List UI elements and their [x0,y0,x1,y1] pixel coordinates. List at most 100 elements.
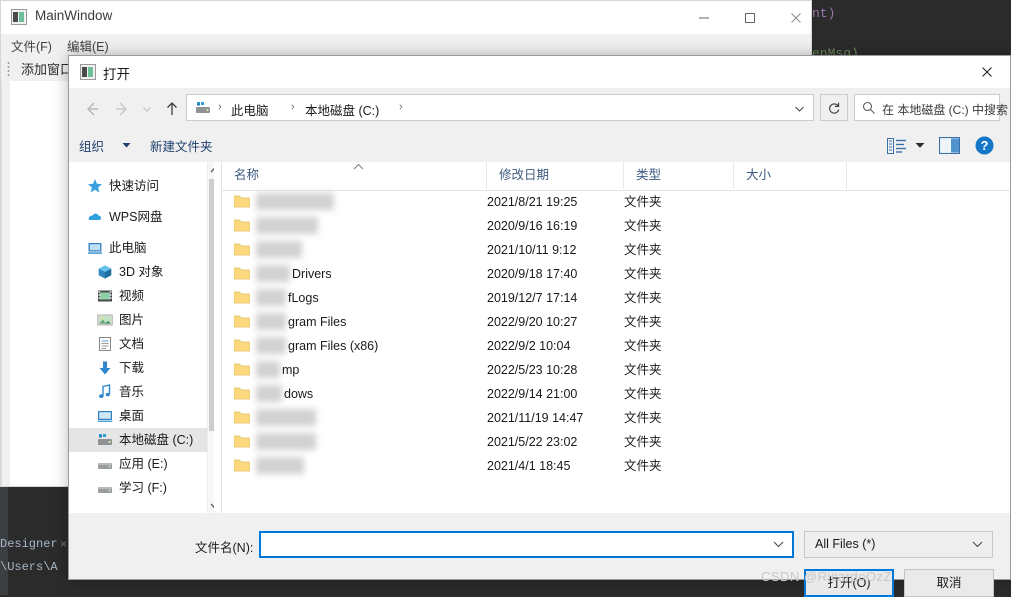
sidebar-item-this-pc[interactable]: 此电脑 [69,236,214,260]
organize-button[interactable]: 组织 [79,136,104,155]
menu-item-edit[interactable]: 编辑(E) [67,36,109,55]
column-header-filler [847,162,1011,189]
search-placeholder: 在 本地磁盘 (C:) 中搜索 [882,103,1008,117]
table-row[interactable]: Drivers 2020/9/18 17:40 文件夹 [222,262,1010,286]
breadcrumb-this-pc[interactable]: 此电脑 [231,100,269,119]
sidebar-item-drive-f[interactable]: 学习 (F:) [69,476,214,500]
close-icon[interactable]: × [60,537,67,551]
recent-locations-button[interactable] [137,96,157,122]
table-row[interactable]: gram Files 2022/9/20 10:27 文件夹 [222,310,1010,334]
table-row[interactable]: 2021/4/1 18:45 文件夹 [222,454,1010,478]
sidebar-item-desktop[interactable]: 桌面 [69,404,214,428]
table-row[interactable]: 2020/9/16 16:19 文件夹 [222,214,1010,238]
cloud-icon [88,213,102,220]
add-window-button[interactable]: 添加窗口 [21,59,73,78]
computer-icon [87,243,103,254]
sidebar-item-label: 桌面 [119,409,145,423]
preview-pane-icon[interactable] [939,137,960,154]
table-row[interactable]: mp 2022/5/23 10:28 文件夹 [222,358,1010,382]
file-name: fLogs [288,291,319,305]
sidebar-scroll-thumb[interactable] [209,179,214,431]
document-icon [99,337,111,351]
forward-arrow-icon [116,102,127,116]
table-row[interactable]: 2021/5/22 23:02 文件夹 [222,430,1010,454]
breadcrumb-local-disk-c[interactable]: 本地磁盘 (C:) [305,100,379,119]
sidebar-item-label: 视频 [119,289,145,303]
chevron-down-icon[interactable] [794,103,805,114]
scroll-down-arrow [210,503,214,509]
filename-input[interactable] [259,531,794,558]
table-row[interactable]: 2021/11/19 14:47 文件夹 [222,406,1010,430]
column-header-date-modified[interactable]: 修改日期 [487,162,624,189]
back-arrow-icon [87,102,98,116]
refresh-icon [829,102,840,114]
redacted-name-blur [256,361,280,378]
sidebar-item-label: 应用 (E:) [119,457,168,471]
file-type-filter-select[interactable]: All Files (*) [804,531,993,558]
forward-button[interactable] [109,96,135,122]
refresh-button[interactable] [820,94,848,121]
table-row[interactable]: dows 2022/9/14 21:00 文件夹 [222,382,1010,406]
drive-icon [196,102,210,113]
back-button[interactable] [79,96,105,122]
scroll-down-button[interactable] [208,498,214,513]
ide-editor-tab[interactable]: Designer [0,537,58,551]
caret-down-icon[interactable] [915,142,925,149]
toolbar-drag-handle[interactable] [7,61,10,76]
column-header-type[interactable]: 类型 [624,162,734,189]
search-icon [862,101,875,114]
address-bar[interactable]: › 此电脑 › 本地磁盘 (C:) › [186,94,814,121]
column-header-size[interactable]: 大小 [734,162,847,189]
help-icon[interactable]: ? [975,136,994,155]
file-type: 文件夹 [624,435,662,449]
up-arrow-icon [167,102,177,115]
dialog-titlebar[interactable]: 打开 [69,56,1010,88]
star-icon [88,179,102,193]
sidebar-scrollbar[interactable] [207,162,214,513]
file-date-modified: 2022/5/23 10:28 [487,363,578,377]
sidebar-item-quick-access[interactable]: 快速访问 [69,174,214,198]
file-date-modified: 2020/9/16 16:19 [487,219,578,233]
sidebar-item-music[interactable]: 音乐 [69,380,214,404]
scroll-up-button[interactable] [208,162,214,177]
up-one-level-button[interactable] [159,96,185,122]
table-row[interactable]: fLogs 2019/12/7 17:14 文件夹 [222,286,1010,310]
minimize-icon [699,17,709,18]
filename-label-text: 文件名(N): [195,541,254,555]
sidebar-item-pictures[interactable]: 图片 [69,308,214,332]
sidebar-item-3d-objects[interactable]: 3D 对象 [69,260,214,284]
file-type: 文件夹 [624,315,662,329]
scroll-up-arrow [210,166,214,172]
file-type: 文件夹 [624,459,662,473]
caret-down-icon[interactable] [122,142,131,149]
sidebar-item-wps-cloud[interactable]: WPS网盘 [69,205,214,229]
sidebar-item-label: 文档 [119,337,145,351]
view-mode-icon[interactable] [887,138,909,154]
table-row[interactable]: 2021/8/21 19:25 文件夹 [222,190,1010,214]
chevron-down-icon[interactable] [972,540,983,548]
sidebar-item-local-disk-c[interactable]: 本地磁盘 (C:) [69,428,214,452]
mainwindow-titlebar[interactable]: MainWindow [1,1,811,34]
file-list-pane: 名称 修改日期 类型 大小 2021/8/21 19:25 文件夹 2020/9/1… [221,162,1010,513]
table-row[interactable]: gram Files (x86) 2022/9/2 10:04 文件夹 [222,334,1010,358]
sidebar-item-drive-e[interactable]: 应用 (E:) [69,452,214,476]
sidebar-item-videos[interactable]: 视频 [69,284,214,308]
navigation-sidebar: 快速访问 WPS网盘 此电脑 3D 对象 视频 图片 文档 下载 音乐 桌面 本… [69,162,214,513]
minimize-button[interactable] [681,1,727,34]
sidebar-item-downloads[interactable]: 下载 [69,356,214,380]
cancel-button[interactable]: 取消 [904,569,994,597]
sidebar-item-documents[interactable]: 文档 [69,332,214,356]
maximize-button[interactable] [727,1,773,34]
close-button[interactable] [773,1,819,34]
menu-item-file[interactable]: 文件(F) [11,36,52,55]
chevron-down-icon[interactable] [773,540,784,548]
search-input[interactable]: 在 本地磁盘 (C:) 中搜索 [854,94,1008,121]
cube-icon [98,265,112,279]
file-type: 文件夹 [624,387,662,401]
folder-icon [234,267,250,280]
new-folder-button[interactable]: 新建文件夹 [150,136,213,155]
table-row[interactable]: 2021/10/11 9:12 文件夹 [222,238,1010,262]
folder-icon [234,291,250,304]
dialog-close-button[interactable] [964,56,1010,88]
mainwindow-left-strip [2,81,10,486]
